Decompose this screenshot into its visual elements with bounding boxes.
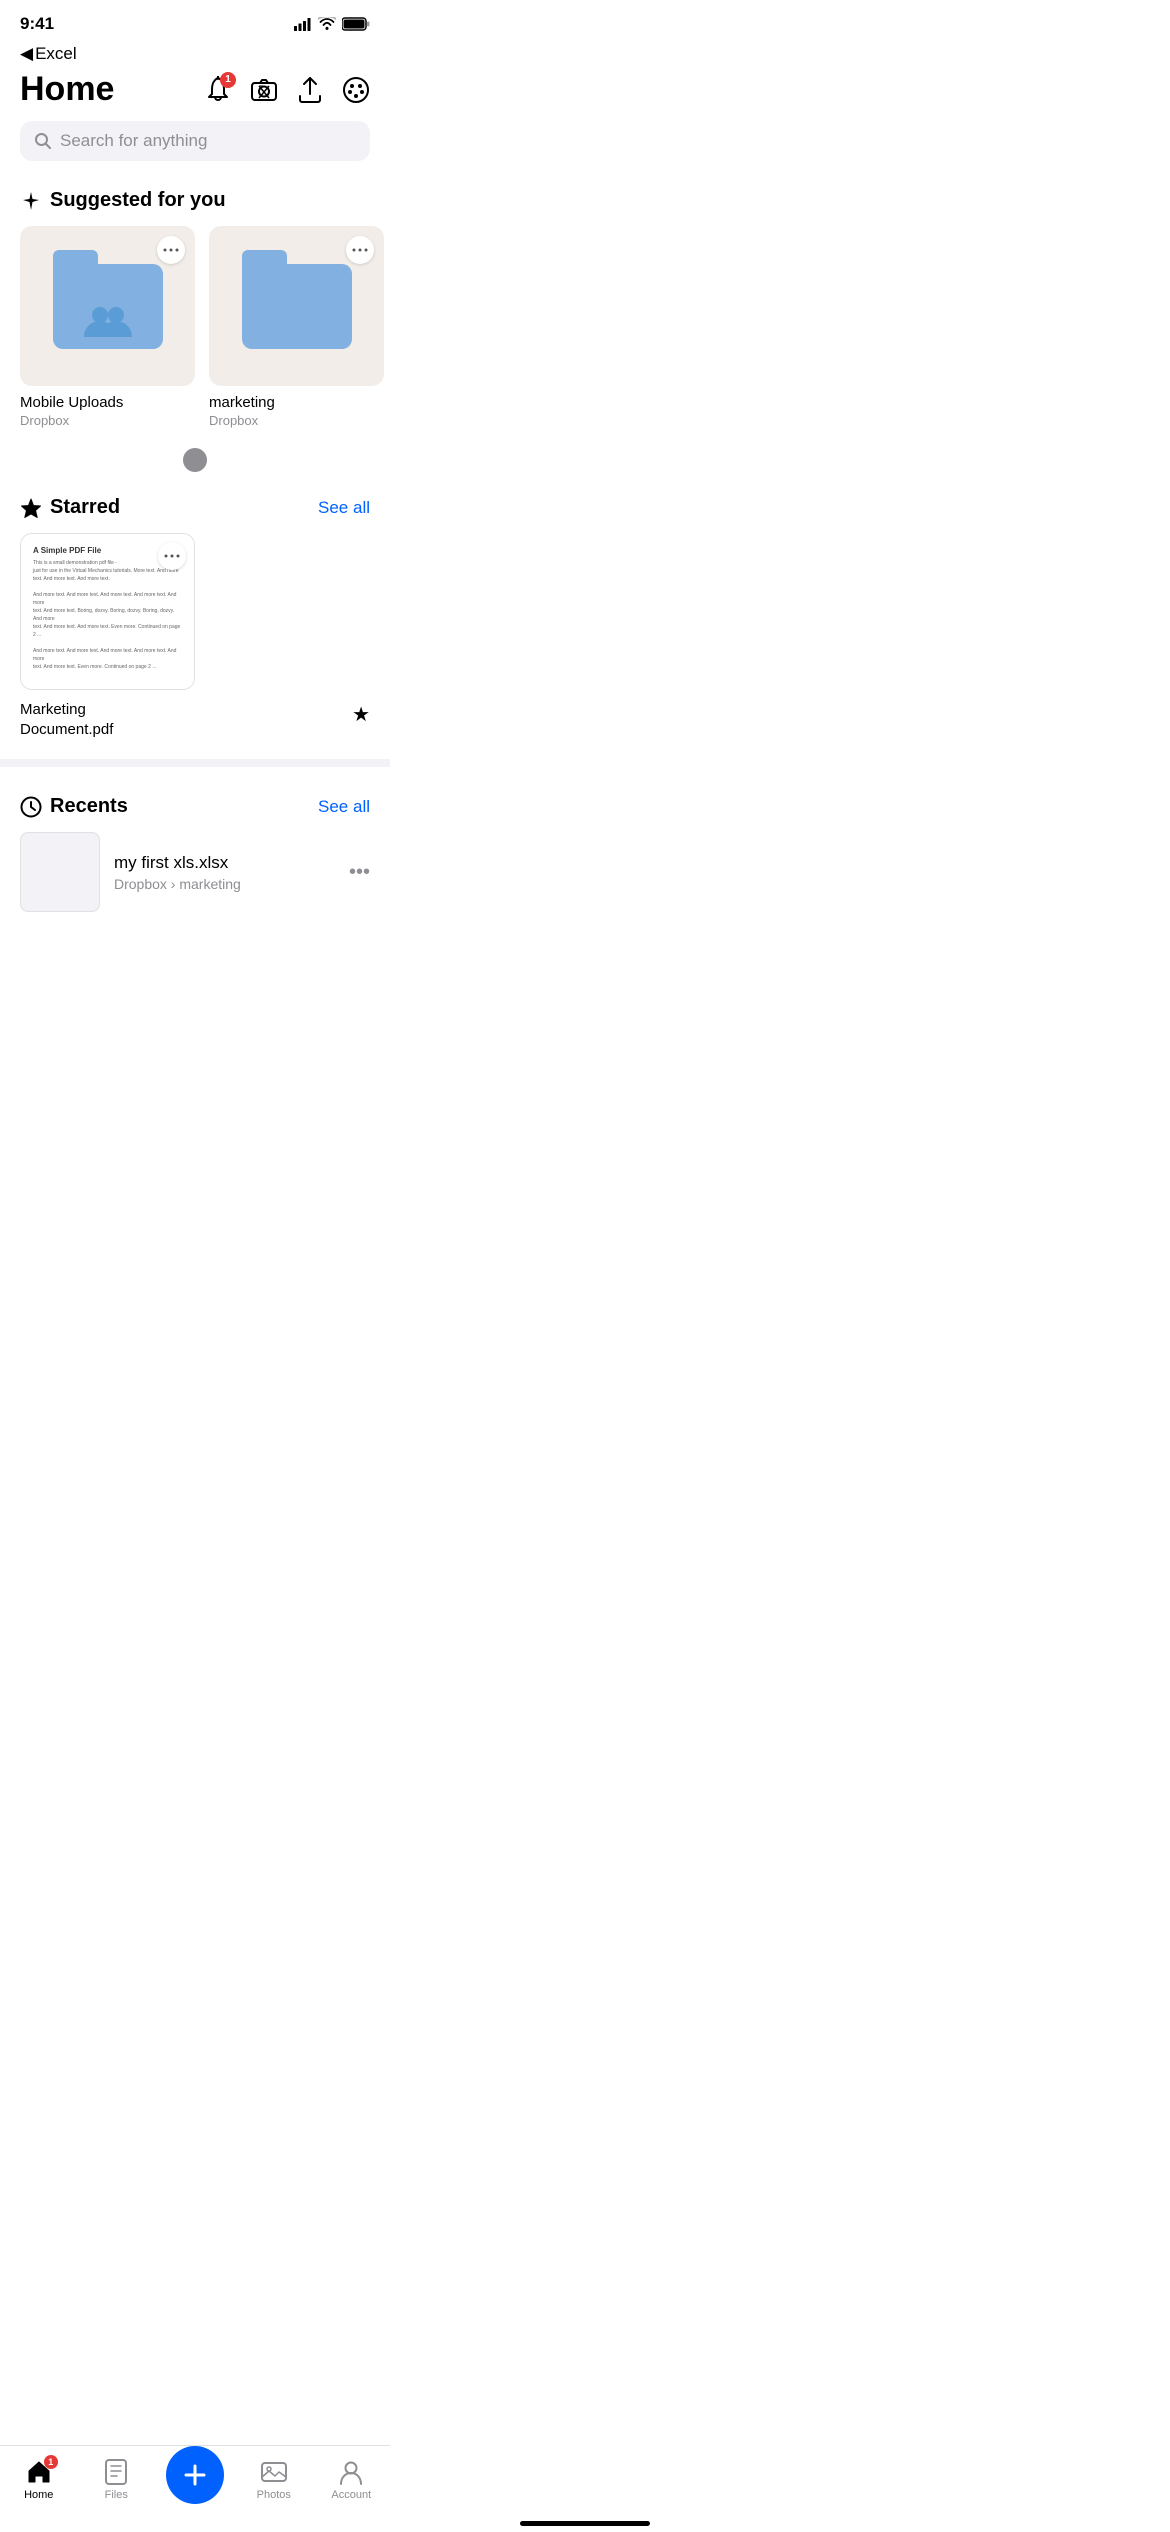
camera-button[interactable] <box>250 76 278 104</box>
photos-icon <box>261 2460 287 2484</box>
account-tab-label: Account <box>331 2489 371 2501</box>
files-tab-icon-wrap <box>103 2459 129 2485</box>
notification-badge: 1 <box>220 72 236 88</box>
photos-tab-icon-wrap <box>261 2459 287 2485</box>
starred-star-icon[interactable]: ★ <box>352 702 370 727</box>
ellipsis-icon <box>352 248 368 252</box>
scroll-indicator <box>0 438 390 488</box>
suggested-section-header: Suggested for you <box>0 181 390 226</box>
tab-home[interactable]: 1 Home <box>0 2459 78 2501</box>
home-tab-icon-wrap: 1 <box>26 2459 52 2485</box>
recent-info-0: my first xls.xlsx Dropbox › marketing <box>114 853 335 892</box>
starred-filename-0: MarketingDocument.pdf <box>20 700 113 739</box>
pdf-body: This is a small demonstration pdf file -… <box>33 559 182 671</box>
photos-tab-label: Photos <box>257 2489 291 2501</box>
section-divider <box>0 759 390 767</box>
back-arrow-icon: ◀ <box>20 44 33 64</box>
starred-item-row-0: MarketingDocument.pdf ★ <box>20 700 370 739</box>
card-menu-button-1[interactable] <box>346 236 374 264</box>
starred-title-text: Starred <box>50 496 120 519</box>
palette-icon <box>342 76 370 104</box>
status-time: 9:41 <box>20 14 54 34</box>
suggested-item-1[interactable]: marketing Dropbox <box>209 226 384 428</box>
header-actions: 1 <box>204 76 370 104</box>
search-icon <box>34 132 52 150</box>
recent-filename-0: my first xls.xlsx <box>114 853 335 873</box>
ellipsis-icon <box>163 248 179 252</box>
card-thumbnail-1 <box>209 226 384 386</box>
home-tab-label: Home <box>24 2489 53 2501</box>
recent-item-0[interactable]: my first xls.xlsx Dropbox › marketing ••… <box>20 832 370 912</box>
suggested-title-text: Suggested for you <box>50 189 226 212</box>
files-icon <box>104 2459 128 2485</box>
back-nav-label[interactable]: Excel <box>35 44 77 64</box>
search-bar[interactable]: Search for anything <box>20 121 370 161</box>
card-source-1: Dropbox <box>209 413 384 428</box>
upload-button[interactable] <box>296 76 324 104</box>
search-container: Search for anything <box>0 121 390 181</box>
starred-see-all-button[interactable]: See all <box>318 498 370 518</box>
camera-icon <box>251 78 277 102</box>
status-icons <box>294 17 370 31</box>
status-bar: 9:41 <box>0 0 390 42</box>
add-button[interactable] <box>166 2446 224 2504</box>
plus-icon <box>181 2461 209 2489</box>
back-nav[interactable]: ◀ Excel <box>0 42 390 64</box>
page-title: Home <box>20 70 114 109</box>
search-placeholder: Search for anything <box>60 131 207 151</box>
star-icon <box>20 497 42 519</box>
card-name-0: Mobile Uploads <box>20 394 195 411</box>
suggested-title: Suggested for you <box>20 189 226 212</box>
upload-icon <box>298 76 322 104</box>
account-tab-icon-wrap <box>338 2459 364 2485</box>
folder-users-icon <box>82 305 134 337</box>
sparkle-icon <box>20 190 42 212</box>
home-indicator <box>520 2521 650 2526</box>
starred-section: A Simple PDF File This is a small demons… <box>0 533 390 739</box>
recents-see-all-button[interactable]: See all <box>318 797 370 817</box>
recents-section-header: Recents See all <box>0 787 390 832</box>
theme-button[interactable] <box>342 76 370 104</box>
recents-title: Recents <box>20 795 128 818</box>
tab-account[interactable]: Account <box>313 2459 391 2501</box>
wifi-icon <box>318 17 336 31</box>
scroll-dot <box>183 448 207 472</box>
recent-menu-button-0[interactable]: ••• <box>349 861 370 884</box>
starred-section-header: Starred See all <box>0 488 390 533</box>
tab-add[interactable] <box>155 2456 235 2504</box>
battery-icon <box>342 17 370 31</box>
pdf-menu-button[interactable] <box>158 542 186 570</box>
files-tab-label: Files <box>105 2489 128 2501</box>
signal-icon <box>294 18 312 31</box>
tab-files[interactable]: Files <box>78 2459 156 2501</box>
starred-item-0[interactable]: A Simple PDF File This is a small demons… <box>20 533 195 690</box>
recent-path-0: Dropbox › marketing <box>114 876 335 892</box>
notification-button[interactable]: 1 <box>204 76 232 104</box>
header: Home 1 <box>0 64 390 121</box>
card-source-0: Dropbox <box>20 413 195 428</box>
clock-icon <box>20 796 42 818</box>
home-tab-badge: 1 <box>44 2455 58 2469</box>
account-icon <box>339 2459 363 2485</box>
starred-title: Starred <box>20 496 120 519</box>
tab-photos[interactable]: Photos <box>235 2459 313 2501</box>
card-menu-button-0[interactable] <box>157 236 185 264</box>
recents-section: my first xls.xlsx Dropbox › marketing ••… <box>0 832 390 912</box>
recent-thumbnail-0 <box>20 832 100 912</box>
ellipsis-icon <box>164 554 180 558</box>
folder-shared-icon <box>53 264 163 349</box>
pdf-preview: A Simple PDF File This is a small demons… <box>21 534 194 689</box>
card-name-1: marketing <box>209 394 384 411</box>
bottom-spacer <box>0 912 390 1032</box>
folder-icon <box>242 264 352 349</box>
recents-title-text: Recents <box>50 795 128 818</box>
card-thumbnail-0 <box>20 226 195 386</box>
suggested-item-0[interactable]: Mobile Uploads Dropbox <box>20 226 195 428</box>
suggested-scroll: Mobile Uploads Dropbox marketing Dropbox <box>0 226 390 438</box>
tab-bar: 1 Home Files Photo <box>0 2445 390 2532</box>
